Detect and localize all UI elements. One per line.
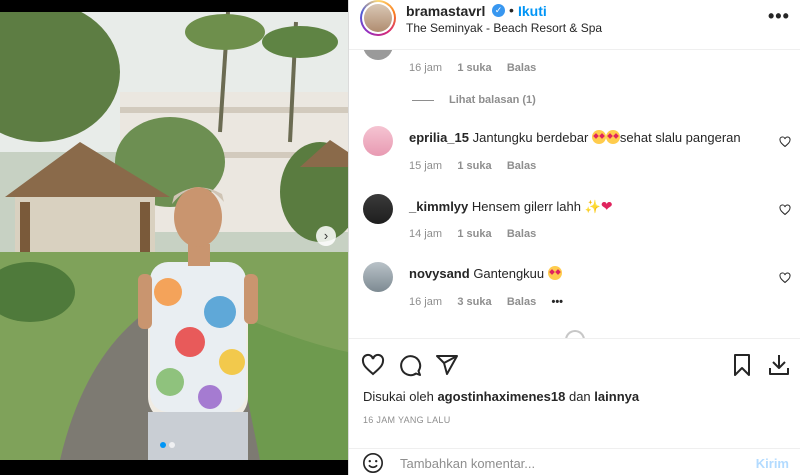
comment-text: Gantengkuu (473, 266, 545, 281)
heart-eyes-emoji-icon (605, 130, 620, 144)
carousel-dot-active (160, 442, 166, 448)
comment-avatar[interactable] (363, 262, 393, 292)
heart-icon[interactable] (361, 353, 385, 377)
letterbox-top (0, 0, 348, 12)
post-comment-button[interactable]: Kirim (756, 456, 789, 471)
comment-time[interactable]: 16 jam (409, 62, 442, 74)
comment-avatar[interactable] (363, 126, 393, 156)
comment-reply-button[interactable]: Balas (507, 296, 536, 308)
comment-item: novysand Gantengkuu 16 jam 3 suka Balas … (349, 262, 800, 322)
emoji-icon[interactable] (362, 452, 384, 474)
more-options-button[interactable]: ••• (768, 6, 790, 27)
comment-avatar[interactable] (363, 50, 393, 60)
comment-likes[interactable]: 1 suka (457, 160, 491, 172)
comment-icon[interactable] (398, 353, 422, 377)
like-comment-icon[interactable] (779, 272, 791, 284)
comment-meta: 15 jam 1 suka Balas (409, 160, 536, 172)
view-replies-button[interactable]: Lihat balasan (1) (449, 94, 536, 106)
liked-by-others[interactable]: lainnya (594, 389, 639, 404)
comment-username[interactable]: _kimmlyy (409, 199, 468, 214)
carousel-dot (169, 442, 175, 448)
comment-reply-button[interactable]: Balas (507, 160, 536, 172)
comment-body: eprilia_15 Jantungku berdebar sehat slal… (409, 130, 741, 145)
comment-username[interactable]: novysand (409, 266, 470, 281)
author-username[interactable]: bramastavrl (406, 3, 485, 19)
add-comment-bar: Tambahkan komentar... Kirim (349, 448, 800, 475)
post-timestamp[interactable]: 16 JAM YANG LALU (363, 415, 451, 425)
comment-meta: 16 jam 3 suka Balas ••• (409, 296, 563, 308)
liked-by: Disukai oleh agostinhaximenes18 dan lain… (363, 389, 639, 404)
author-avatar[interactable] (360, 0, 396, 36)
comment-meta: 14 jam 1 suka Balas (409, 228, 536, 240)
post-header: bramastavrl ✓ • Ikuti The Seminyak - Bea… (349, 0, 800, 50)
verified-icon: ✓ (492, 4, 505, 17)
comment-body: novysand Gantengkuu (409, 266, 562, 281)
header-separator: • (509, 2, 514, 18)
comment-partial: 16 jam 1 suka Balas Lihat balasan (1) (349, 50, 800, 110)
post-photo[interactable]: › (0, 12, 348, 460)
comment-likes[interactable]: 1 suka (457, 62, 491, 74)
red-heart-emoji-icon: ❤ (600, 198, 613, 214)
comment-time[interactable]: 14 jam (409, 228, 442, 240)
comment-item: _kimmlyy Hensem gilerr lahh ✨❤ 14 jam 1 … (349, 194, 800, 254)
comment-username[interactable]: eprilia_15 (409, 130, 469, 145)
instagram-post-view: › bramastavrl ✓ • Ikuti The Seminyak - B… (0, 0, 800, 475)
comment-avatar[interactable] (363, 194, 393, 224)
post-actions: Disukai oleh agostinhaximenes18 dan lain… (349, 338, 800, 448)
comment-text: Hensem gilerr lahh (471, 199, 581, 214)
comments-list[interactable]: 16 jam 1 suka Balas Lihat balasan (1) ep… (349, 50, 800, 338)
comment-time[interactable]: 15 jam (409, 160, 442, 172)
next-arrow-icon[interactable]: › (316, 226, 336, 246)
post-photo-image (0, 12, 348, 460)
replies-line (412, 100, 434, 101)
like-comment-icon[interactable] (779, 204, 791, 216)
share-icon[interactable] (435, 353, 459, 377)
sparkle-emoji-icon: ✨ (584, 199, 601, 214)
like-comment-icon[interactable] (779, 136, 791, 148)
bookmark-icon[interactable] (730, 353, 754, 377)
post-location[interactable]: The Seminyak - Beach Resort & Spa (406, 21, 602, 35)
loading-spinner-icon (565, 330, 585, 338)
comment-text: Jantungku berdebar (472, 130, 589, 145)
comment-likes[interactable]: 1 suka (457, 228, 491, 240)
heart-eyes-emoji-icon (547, 266, 562, 280)
comment-input[interactable]: Tambahkan komentar... (400, 456, 535, 471)
heart-eyes-emoji-icon (591, 130, 606, 144)
liked-by-prefix: Disukai oleh (363, 389, 434, 404)
comment-likes[interactable]: 3 suka (457, 296, 491, 308)
download-icon[interactable] (767, 353, 791, 377)
carousel-dots (160, 442, 180, 448)
comment-more-button[interactable]: ••• (551, 296, 563, 308)
comment-meta: 16 jam 1 suka Balas (409, 62, 536, 74)
liked-by-user[interactable]: agostinhaximenes18 (437, 389, 565, 404)
comment-time[interactable]: 16 jam (409, 296, 442, 308)
comment-reply-button[interactable]: Balas (507, 228, 536, 240)
comment-text-2: sehat slalu pangeran (619, 130, 741, 145)
liked-by-suffix: dan (568, 389, 591, 404)
comment-item: eprilia_15 Jantungku berdebar sehat slal… (349, 126, 800, 186)
post-sidebar: bramastavrl ✓ • Ikuti The Seminyak - Bea… (349, 0, 800, 475)
letterbox-bottom (0, 460, 348, 475)
follow-button[interactable]: Ikuti (518, 3, 547, 19)
comment-body: _kimmlyy Hensem gilerr lahh ✨❤ (409, 198, 613, 215)
comment-reply-button[interactable]: Balas (507, 62, 536, 74)
